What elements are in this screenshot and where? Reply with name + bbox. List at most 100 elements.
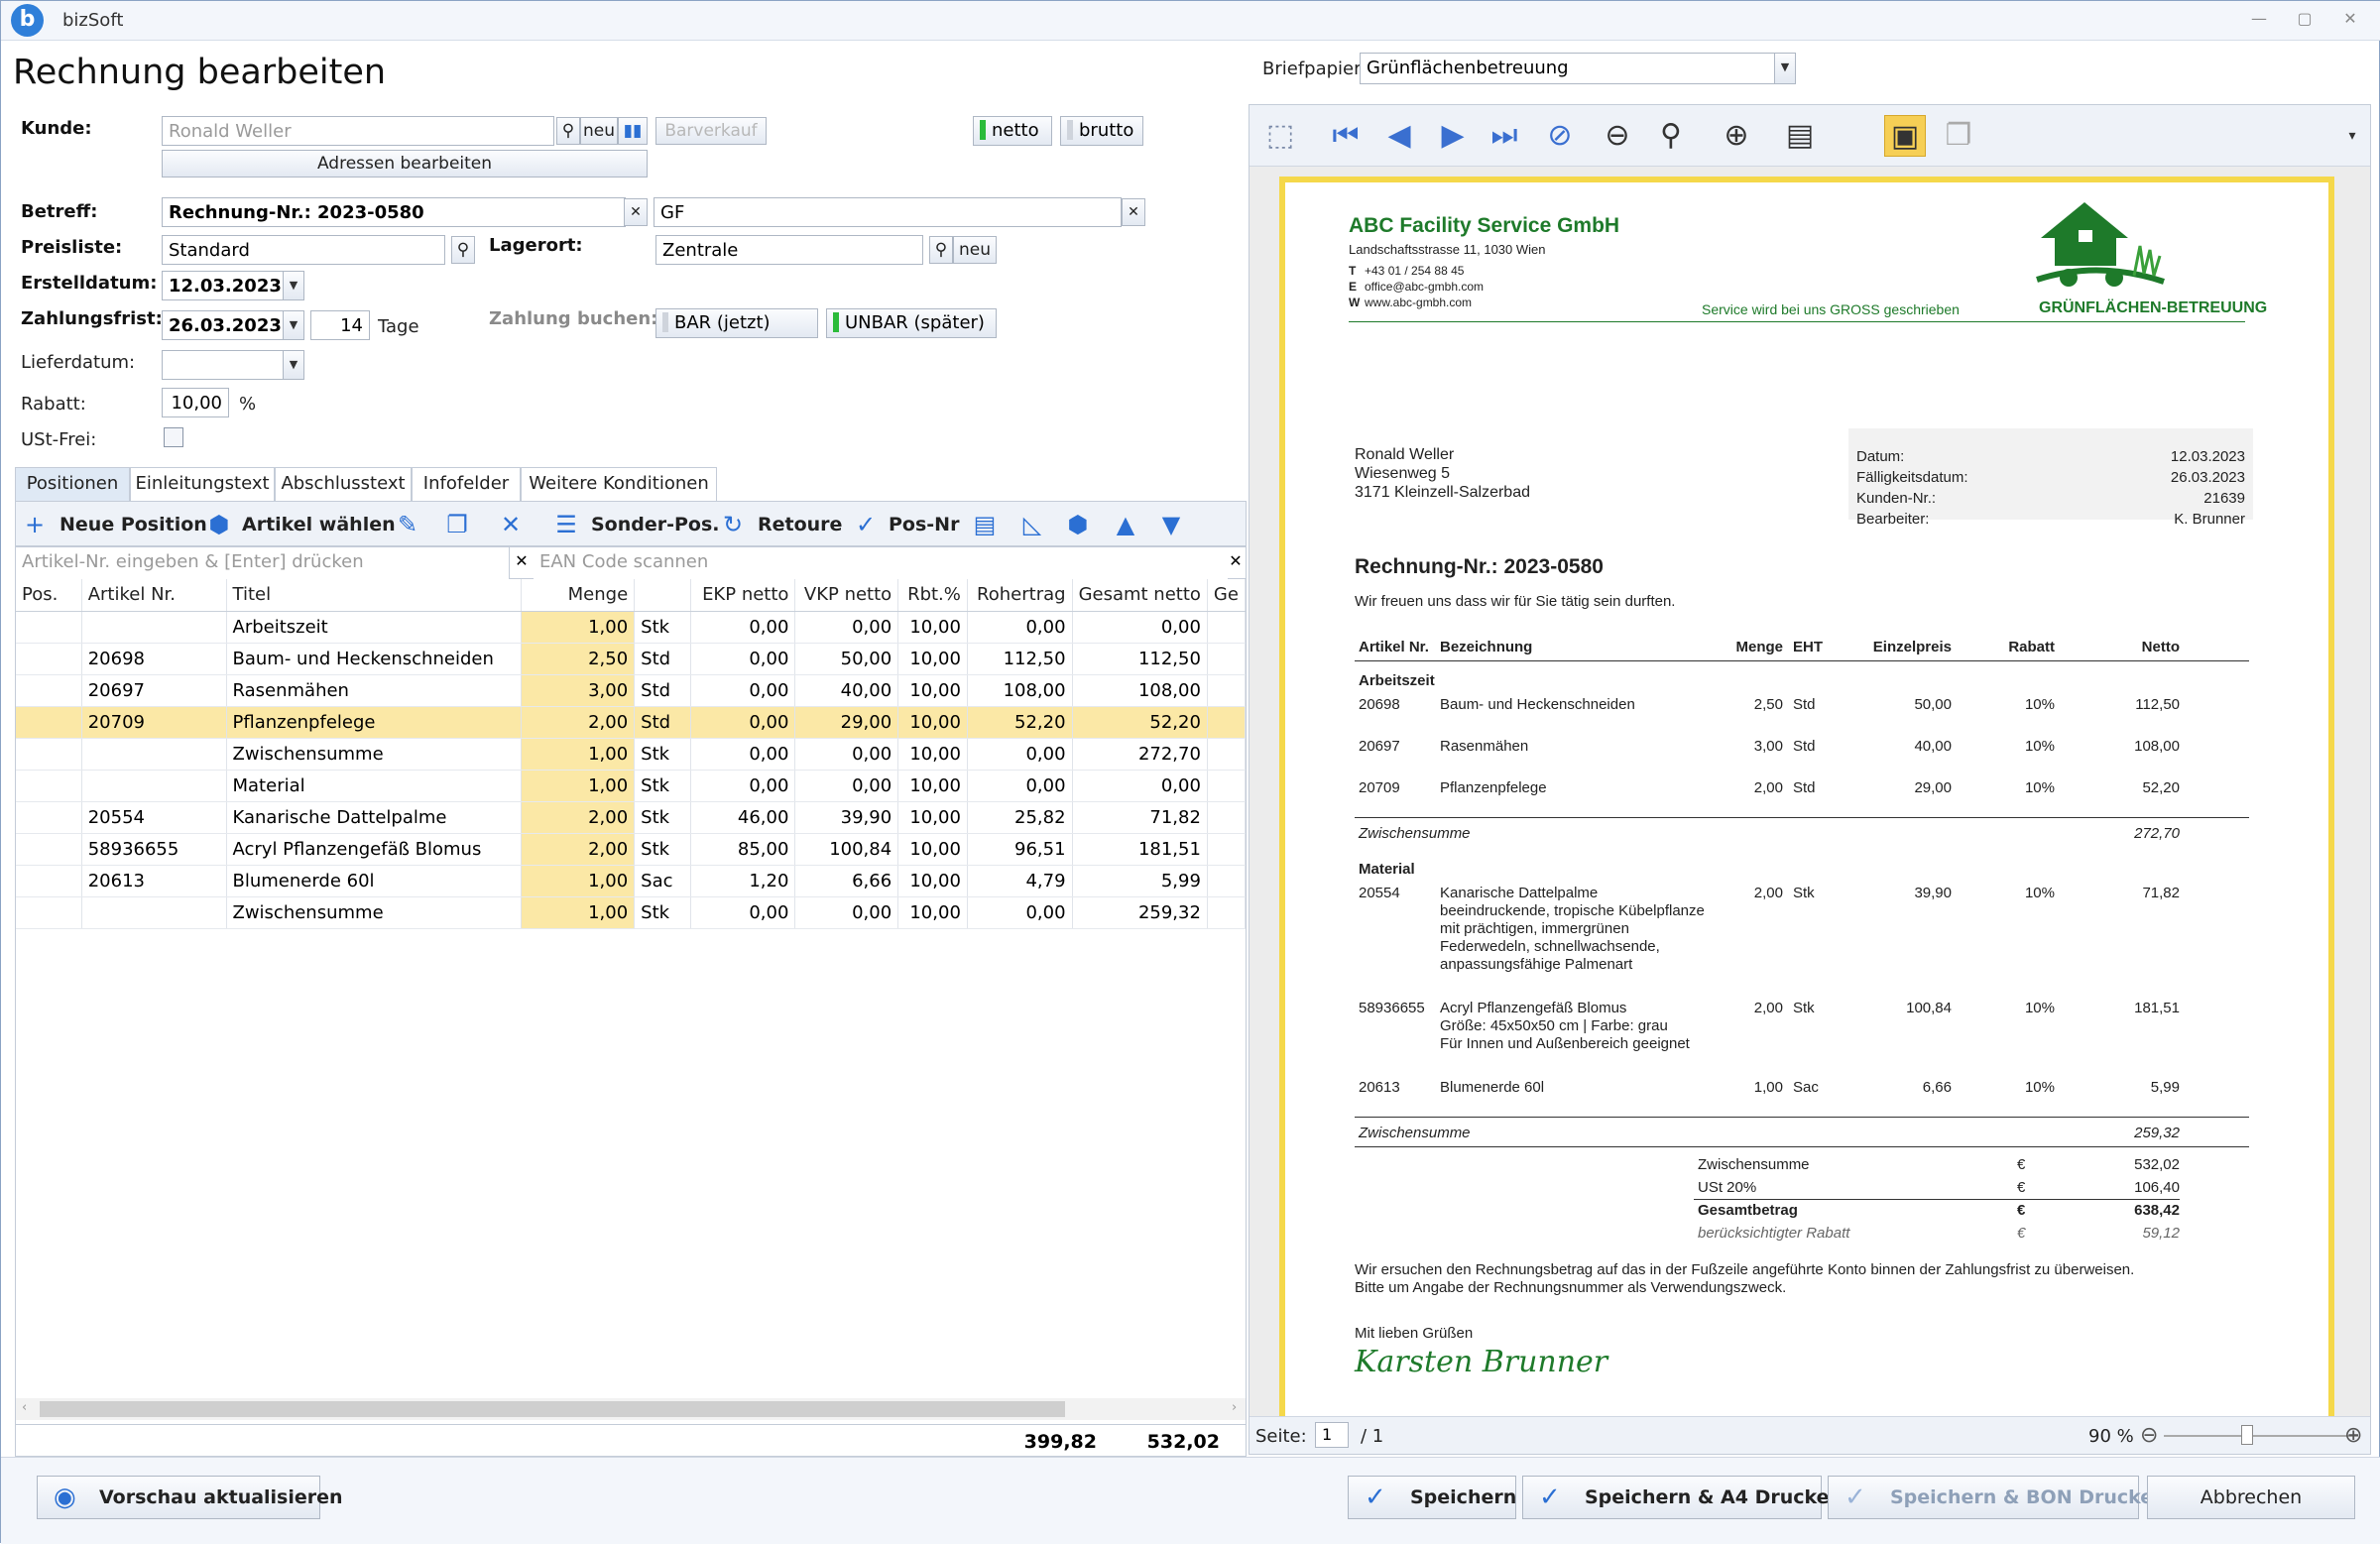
table-row[interactable]: Zwischensumme 1,00 Stk 0,00 0,00 10,00 0,00 272… xyxy=(16,738,1246,771)
zoom-slider-thumb[interactable] xyxy=(2241,1425,2253,1445)
brutto-toggle[interactable]: brutto xyxy=(1060,116,1143,146)
cell-ges[interactable]: 272,70 xyxy=(1072,738,1208,771)
cell-ekp[interactable]: 1,20 xyxy=(690,865,796,897)
abbrechen-button[interactable]: Abbrechen xyxy=(2147,1476,2355,1519)
cell-pos[interactable] xyxy=(16,833,82,866)
cell-eh[interactable]: Stk xyxy=(634,896,691,929)
cell-extra[interactable] xyxy=(1207,896,1246,929)
ean-scan-input[interactable]: EAN Code scannen xyxy=(534,547,1228,579)
cell-roh[interactable]: 52,20 xyxy=(967,706,1073,739)
list-icon[interactable]: ☰ xyxy=(551,510,581,539)
col-rbt[interactable]: Rbt.% xyxy=(897,579,968,612)
cell-roh[interactable]: 112,50 xyxy=(967,643,1073,675)
pos-nr-button[interactable]: Pos-Nr xyxy=(889,510,959,539)
zahlungsfrist-dropdown-icon[interactable]: ▼ xyxy=(283,310,304,340)
cell-extra[interactable] xyxy=(1207,865,1246,897)
set-square-icon[interactable]: ◺ xyxy=(1017,510,1047,539)
cell-eh[interactable]: Std xyxy=(634,674,691,707)
cell-vkp[interactable]: 100,84 xyxy=(794,833,899,866)
betreff-clear-icon[interactable]: ✕ xyxy=(624,198,648,226)
cell-menge[interactable]: 2,00 xyxy=(521,706,636,739)
cell-rbt[interactable]: 10,00 xyxy=(897,770,968,802)
single-page-view-icon[interactable]: ▣ xyxy=(1884,115,1926,157)
col-gesamt-netto[interactable]: Gesamt netto xyxy=(1072,579,1208,612)
horizontal-scrollbar[interactable]: ‹ › xyxy=(16,1398,1246,1420)
cell-menge[interactable]: 1,00 xyxy=(521,770,636,802)
cell-nr[interactable] xyxy=(81,611,227,644)
lagerort-neu-button[interactable]: neu xyxy=(953,236,997,264)
cell-nr[interactable]: 20698 xyxy=(81,643,227,675)
cell-roh[interactable]: 96,51 xyxy=(967,833,1073,866)
cell-menge[interactable]: 2,50 xyxy=(521,643,636,675)
briefpapier-select[interactable]: Grünflächenbetreuung xyxy=(1360,53,1778,84)
cell-titel[interactable]: Zwischensumme xyxy=(226,896,523,929)
zoom-slider[interactable] xyxy=(2164,1435,2358,1437)
toolbar-overflow-icon[interactable]: ▾ xyxy=(2338,115,2366,157)
sonder-pos-button[interactable]: Sonder-Pos. xyxy=(591,510,720,539)
cell-ekp[interactable]: 0,00 xyxy=(690,611,796,644)
scrollbar-thumb[interactable] xyxy=(40,1401,1065,1417)
cell-pos[interactable] xyxy=(16,674,82,707)
zoom-minus-icon[interactable]: ⊖ xyxy=(2140,1423,2158,1448)
page-setup-icon[interactable]: ▤ xyxy=(1779,115,1821,157)
tab-einleitungstext[interactable]: Einleitungstext xyxy=(130,467,275,501)
tab-positionen[interactable]: Positionen xyxy=(15,467,130,501)
cell-vkp[interactable]: 40,00 xyxy=(794,674,899,707)
tab-weitere-konditionen[interactable]: Weitere Konditionen xyxy=(521,467,717,501)
col-artikel-nr[interactable]: Artikel Nr. xyxy=(81,579,227,612)
cell-extra[interactable] xyxy=(1207,611,1246,644)
table-row[interactable]: 20554 Kanarische Dattelpalme 2,00 Stk 46,00 3… xyxy=(16,801,1246,834)
table-row[interactable]: 20698 Baum- und Heckenschneiden 2,50 Std 0,0… xyxy=(16,643,1246,675)
navigate-compass-icon[interactable]: ⊘ xyxy=(1539,115,1581,157)
tab-infofelder[interactable]: Infofelder xyxy=(412,467,521,501)
cell-rbt[interactable]: 10,00 xyxy=(897,833,968,866)
page-number-input[interactable]: 1 xyxy=(1315,1422,1349,1448)
cell-eh[interactable]: Stk xyxy=(634,611,691,644)
cell-ges[interactable]: 181,51 xyxy=(1072,833,1208,866)
lieferdatum-dropdown-icon[interactable]: ▼ xyxy=(283,350,304,380)
close-icon[interactable]: ✕ xyxy=(2335,9,2365,33)
erstelldatum-input[interactable]: 12.03.2023 xyxy=(162,271,285,300)
first-page-icon[interactable]: ⏮ xyxy=(1325,115,1367,157)
preisliste-search-icon[interactable]: ⚲ xyxy=(451,236,475,264)
cell-rbt[interactable]: 10,00 xyxy=(897,801,968,834)
multi-page-view-icon[interactable]: ❐ xyxy=(1938,115,1979,157)
scroll-left-icon[interactable]: ‹ xyxy=(22,1400,27,1415)
select-icon[interactable]: ⬚ xyxy=(1259,115,1301,157)
table-row[interactable]: Zwischensumme 1,00 Stk 0,00 0,00 10,00 0,00 259… xyxy=(16,896,1246,929)
cell-rbt[interactable]: 10,00 xyxy=(897,674,968,707)
cell-roh[interactable]: 4,79 xyxy=(967,865,1073,897)
cell-pos[interactable] xyxy=(16,611,82,644)
cell-ges[interactable]: 112,50 xyxy=(1072,643,1208,675)
col-ekp-netto[interactable]: EKP netto xyxy=(690,579,796,612)
cell-vkp[interactable]: 29,00 xyxy=(794,706,899,739)
cell-extra[interactable] xyxy=(1207,770,1246,802)
cell-roh[interactable]: 0,00 xyxy=(967,896,1073,929)
cell-titel[interactable]: Arbeitszeit xyxy=(226,611,523,644)
cell-nr[interactable] xyxy=(81,738,227,771)
cell-nr[interactable]: 20709 xyxy=(81,706,227,739)
cell-extra[interactable] xyxy=(1207,706,1246,739)
netto-toggle[interactable]: netto xyxy=(973,116,1052,146)
cell-ekp[interactable]: 0,00 xyxy=(690,643,796,675)
cell-eh[interactable]: Stk xyxy=(634,801,691,834)
gift-icon[interactable]: ▤ xyxy=(970,510,1000,539)
cell-menge[interactable]: 1,00 xyxy=(521,738,636,771)
cell-nr[interactable] xyxy=(81,896,227,929)
scroll-right-icon[interactable]: › xyxy=(1232,1400,1237,1415)
cell-nr[interactable]: 20554 xyxy=(81,801,227,834)
ean-clear-icon[interactable]: ✕ xyxy=(1226,551,1246,575)
cell-vkp[interactable]: 50,00 xyxy=(794,643,899,675)
cell-rbt[interactable]: 10,00 xyxy=(897,706,968,739)
table-row[interactable]: Material 1,00 Stk 0,00 0,00 10,00 0,00 0,00 xyxy=(16,770,1246,802)
tab-abschlusstext[interactable]: Abschlusstext xyxy=(275,467,412,501)
lagerort-search-icon[interactable]: ⚲ xyxy=(929,236,953,264)
cell-ges[interactable]: 108,00 xyxy=(1072,674,1208,707)
refresh-icon[interactable]: ↻ xyxy=(718,510,748,539)
cell-ekp[interactable]: 0,00 xyxy=(690,674,796,707)
last-page-icon[interactable]: ⏭ xyxy=(1484,115,1525,157)
cell-roh[interactable]: 0,00 xyxy=(967,611,1073,644)
col-rohertrag[interactable]: Rohertrag xyxy=(967,579,1073,612)
col-vkp-netto[interactable]: VKP netto xyxy=(794,579,899,612)
cell-vkp[interactable]: 0,00 xyxy=(794,896,899,929)
